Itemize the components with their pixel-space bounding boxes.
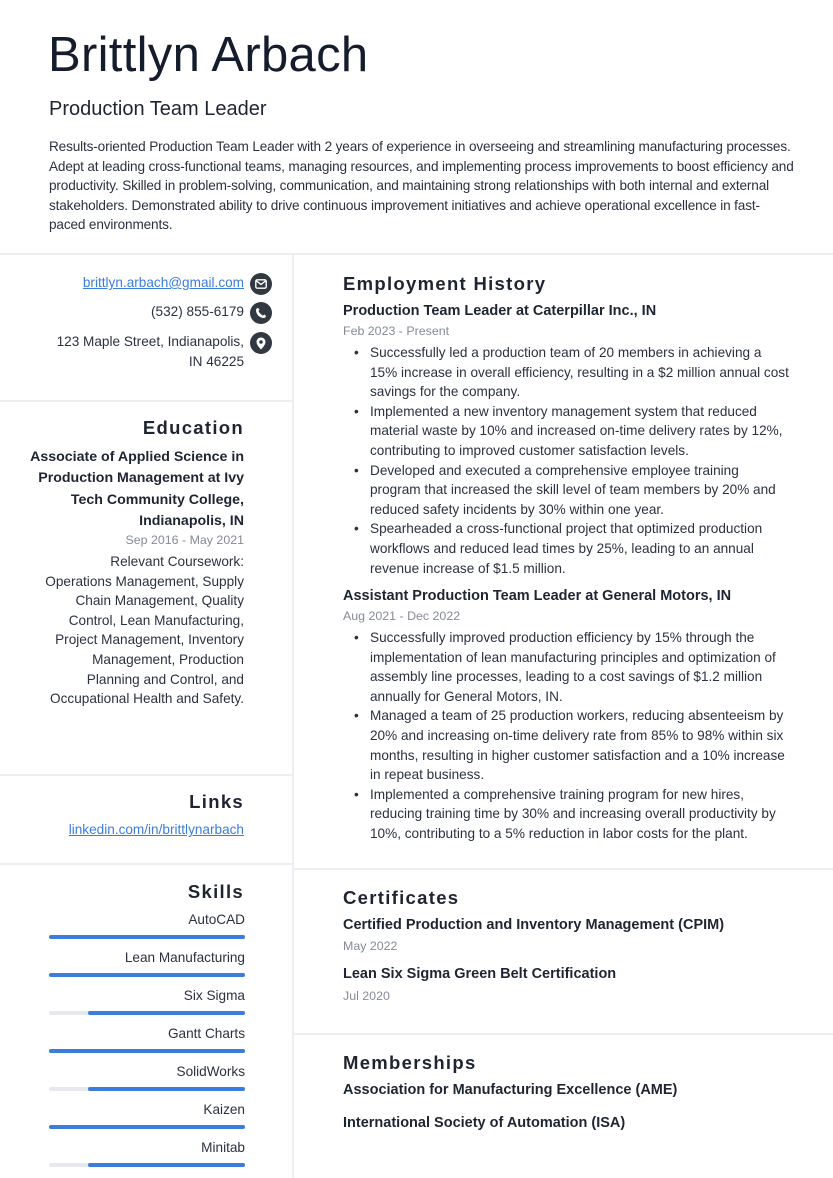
skill-name: Minitab (201, 1140, 245, 1155)
skill-level-track (49, 1163, 245, 1167)
skill-name: Gantt Charts (167, 1026, 245, 1041)
candidate-name: Brittlyn Arbach (48, 28, 369, 82)
certificate-title: Lean Six Sigma Green Belt Certification (343, 966, 617, 982)
skill-level-fill (88, 1087, 245, 1091)
membership-title: Association for Manufacturing Excellence… (343, 1082, 678, 1098)
email-link[interactable]: brittlyn.arbach@gmail.com (83, 275, 244, 290)
skill-item: Minitab (49, 1139, 245, 1167)
job-bullet: Implemented a new inventory management s… (351, 402, 791, 461)
skill-level-track (49, 935, 245, 939)
skill-level-fill (49, 1049, 245, 1053)
job-bullet: Successfully improved production efficie… (351, 628, 791, 706)
links-heading: Links (189, 791, 244, 812)
job-bullet: Managed a team of 25 production workers,… (351, 706, 791, 784)
skill-item: Kaizen (49, 1101, 245, 1129)
candidate-title: Production Team Leader (49, 98, 267, 120)
skill-name: AutoCAD (188, 912, 245, 927)
certificate-title: Certified Production and Inventory Manag… (343, 917, 725, 933)
skills-heading: Skills (187, 881, 244, 902)
job-bullets: Successfully improved production efficie… (351, 628, 791, 844)
skill-name: Six Sigma (183, 988, 245, 1003)
skill-level-track (49, 973, 245, 977)
job-bullet: Successfully led a production team of 20… (351, 343, 791, 402)
skill-level-fill (88, 1163, 245, 1167)
skill-name: SolidWorks (176, 1064, 246, 1079)
contact-email: brittlyn.arbach@gmail.com (83, 273, 272, 295)
education-heading: Education (142, 417, 244, 438)
links-section: Links linkedin.com/in/brittlynarbach (0, 776, 292, 865)
phone-number: (532) 855-6179 (151, 304, 244, 319)
job-bullet: Implemented a comprehensive training pro… (351, 785, 791, 844)
certificate-date: Jul 2020 (343, 989, 390, 1003)
job-bullet: Spearheaded a cross-functional project t… (351, 519, 791, 578)
skill-level-track (49, 1087, 245, 1091)
certificates-section: Certificates Certified Production and In… (294, 870, 833, 1035)
linkedin-link[interactable]: linkedin.com/in/brittlynarbach (69, 822, 244, 837)
job-title: Assistant Production Team Leader at Gene… (343, 588, 732, 604)
job-title: Production Team Leader at Caterpillar In… (343, 303, 657, 319)
profile-summary: Results-oriented Production Team Leader … (49, 139, 794, 233)
job-bullets: Successfully led a production team of 20… (351, 343, 791, 578)
skill-item: SolidWorks (49, 1063, 245, 1091)
contact-address: 123 Maple Street, Indianapolis, IN 46225 (57, 332, 272, 371)
contact-section: brittlyn.arbach@gmail.com (532) 855-6179… (0, 257, 292, 402)
skill-item: Six Sigma (49, 987, 245, 1015)
skill-item: Lean Manufacturing (49, 949, 245, 977)
skill-item: AutoCAD (49, 911, 245, 939)
education-degree: Associate of Applied Science in Producti… (30, 449, 244, 530)
certificates-heading: Certificates (343, 887, 460, 908)
skill-level-fill (49, 973, 245, 977)
skills-section: Skills AutoCAD Lean Manufacturing Six Sigm… (0, 865, 292, 1178)
memberships-heading: Memberships (343, 1052, 477, 1073)
job-dates: Feb 2023 - Present (343, 324, 450, 338)
membership-title: International Society of Automation (ISA… (343, 1115, 626, 1131)
skill-name: Kaizen (203, 1102, 245, 1117)
phone-icon (250, 302, 272, 324)
education-section: Education Associate of Applied Science i… (0, 402, 292, 776)
employment-heading: Employment History (343, 273, 547, 294)
skill-name: Lean Manufacturing (124, 950, 245, 965)
education-coursework: Relevant Coursework: Operations Manageme… (45, 554, 244, 707)
skill-item: Gantt Charts (49, 1025, 245, 1053)
education-dates: Sep 2016 - May 2021 (125, 533, 244, 547)
skill-level-track (49, 1011, 245, 1015)
skill-level-track (49, 1049, 245, 1053)
skill-level-track (49, 1125, 245, 1129)
resume-header: Brittlyn Arbach Production Team Leader R… (0, 0, 833, 255)
job-dates: Aug 2021 - Dec 2022 (343, 609, 461, 623)
address-text: 123 Maple Street, Indianapolis, IN 46225 (56, 334, 244, 369)
memberships-section: Memberships Association for Manufacturin… (294, 1035, 833, 1178)
envelope-icon (250, 273, 272, 295)
job-bullet: Developed and executed a comprehensive e… (351, 461, 791, 520)
contact-phone: (532) 855-6179 (151, 302, 272, 324)
skill-level-fill (49, 935, 245, 939)
map-pin-icon (250, 332, 272, 354)
skill-level-fill (49, 1125, 245, 1129)
employment-section: Employment History Production Team Leade… (294, 257, 833, 870)
skill-level-fill (88, 1011, 245, 1015)
certificate-date: May 2022 (343, 939, 398, 953)
